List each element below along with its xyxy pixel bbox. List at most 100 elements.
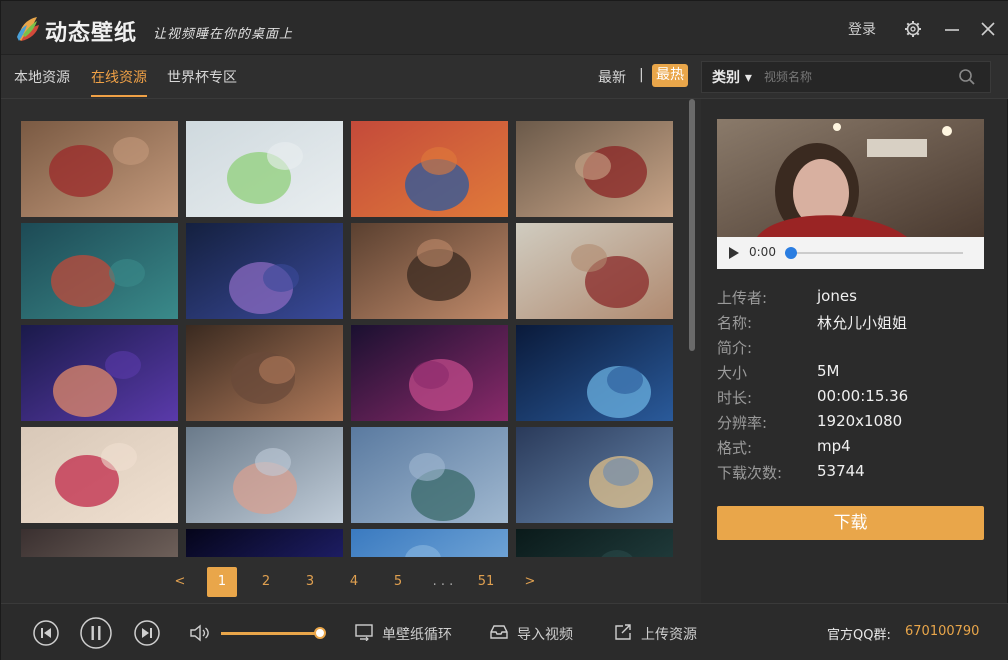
info-key: 上传者: (717, 289, 768, 307)
tab-online-resources[interactable]: 在线资源 (91, 67, 147, 87)
thumbnail-girl-red-dress-pose[interactable] (516, 223, 673, 319)
thumbnail-comet-night-blue[interactable] (186, 529, 343, 557)
bottom-bar: 单壁纸循环 导入视频 上传资源 官方QQ群: 670100790 (1, 603, 1008, 660)
grid-scrollbar[interactable] (689, 99, 695, 351)
thumbnail-image (21, 427, 178, 523)
active-tab-indicator (91, 95, 147, 97)
nav-bar: 本地资源 在线资源 世界杯专区 最新 | 最热 类别 ▾ (1, 55, 1008, 99)
page-button-3[interactable]: 3 (295, 567, 325, 597)
info-key: 时长: (717, 389, 753, 407)
detail-panel: 0:00 上传者: jones 名称: 林允儿小姐姐 简介: 大小 5M 时长: 00:00:1… (701, 99, 1007, 603)
thumbnail-girl-red-hoodie-room[interactable] (516, 121, 673, 217)
page-button-2[interactable]: 2 (251, 567, 281, 597)
info-key: 格式: (717, 439, 753, 457)
volume-slider[interactable] (221, 632, 325, 635)
download-button[interactable]: 下载 (717, 506, 984, 540)
qq-group-number[interactable]: 670100790 (905, 624, 979, 639)
tab-world-cup[interactable]: 世界杯专区 (167, 67, 237, 87)
next-track-icon[interactable] (134, 620, 160, 646)
close-icon[interactable] (978, 19, 998, 39)
video-preview[interactable]: 0:00 (717, 119, 984, 269)
thumbnail-image (516, 427, 673, 523)
thumbnail-ocean-wave-fantasy[interactable] (21, 223, 178, 319)
thumbnail-image (351, 121, 508, 217)
info-value: mp4 (817, 437, 851, 455)
thumbnail-anime-girl-hat-lanterns[interactable] (516, 427, 673, 523)
volume-icon[interactable] (189, 623, 211, 643)
thumbnail-mountain-lake-landscape[interactable] (351, 427, 508, 523)
video-progress-knob[interactable] (785, 247, 797, 259)
search-icon[interactable] (958, 68, 976, 86)
pause-icon[interactable] (80, 617, 112, 649)
info-value: jones (817, 287, 857, 305)
thumbnail-movie-scene-woman[interactable] (186, 325, 343, 421)
page-ellipsis: . . . (432, 574, 454, 589)
page-button-5[interactable]: 5 (383, 567, 413, 597)
info-value: 00:00:15.36 (817, 387, 909, 405)
info-row: 名称: 林允儿小姐姐 (717, 312, 987, 336)
thumbnail-image (351, 325, 508, 421)
thumbnail-image (351, 223, 508, 319)
thumbnail-pug-dog-closeup[interactable] (21, 427, 178, 523)
video-time: 0:00 (749, 245, 776, 259)
page-button-last[interactable]: 51 (471, 567, 501, 597)
minimize-icon[interactable] (942, 19, 962, 39)
thumbnail-anime-girl-dark[interactable] (21, 529, 178, 557)
thumbnail-girl-red-hoodie-selfie[interactable] (21, 121, 178, 217)
category-dropdown[interactable]: 类别 ▾ (712, 67, 752, 87)
import-label: 导入视频 (517, 627, 573, 643)
thumbnail-image (186, 427, 343, 523)
online-resource-panel: < 1 2 3 4 5 . . . 51 > (5, 99, 695, 603)
thumbnail-image (21, 529, 178, 557)
thumbnail-girl-hand-on-face[interactable] (351, 223, 508, 319)
thumbnail-image (516, 325, 673, 421)
page-button-1[interactable]: 1 (207, 567, 237, 597)
app-title: 动态壁纸 (45, 21, 138, 46)
info-key: 分辨率: (717, 414, 768, 432)
info-value: 1920x1080 (817, 412, 903, 430)
thumbnail-anime-girl-white-hair[interactable] (186, 427, 343, 523)
thumbnail-angry-birds-chicks-snow[interactable] (186, 121, 343, 217)
thumbnail-comet-sky-couple[interactable] (21, 325, 178, 421)
thumbnail-image (21, 325, 178, 421)
search-input[interactable] (764, 67, 944, 87)
thumbnail-image (21, 223, 178, 319)
info-value: 林允儿小姐姐 (817, 314, 908, 332)
sort-separator: | (639, 67, 644, 83)
thumbnail-image (516, 223, 673, 319)
thumbnail-blue-crystal-night[interactable] (516, 325, 673, 421)
pagination: < 1 2 3 4 5 . . . 51 > (165, 567, 585, 597)
thumbnail-grid (21, 121, 673, 557)
upload-label: 上传资源 (641, 627, 697, 643)
app-slogan: 让视频睡在你的桌面上 (153, 27, 294, 42)
app-window: 动态壁纸 让视频睡在你的桌面上 登录 本地资源 在线资源 世界杯专区 最新 | (0, 0, 1008, 660)
thumbnail-image (351, 427, 508, 523)
login-button[interactable]: 登录 (848, 19, 876, 39)
video-progress-track[interactable] (789, 252, 963, 254)
preview-image (717, 119, 984, 239)
search-box: 类别 ▾ (701, 61, 991, 93)
next-page-button[interactable]: > (515, 567, 545, 597)
sort-latest-button[interactable]: 最新 (598, 67, 626, 87)
thumbnail-girl-orange-shirt-triple[interactable] (351, 121, 508, 217)
gear-icon[interactable] (903, 19, 923, 39)
play-icon[interactable] (727, 246, 741, 260)
thumbnail-blue-sky-clouds[interactable] (351, 529, 508, 557)
info-key: 下载次数: (717, 464, 783, 482)
thumbnail-image (186, 121, 343, 217)
info-row: 上传者: jones (717, 287, 987, 311)
info-row: 分辨率: 1920x1080 (717, 412, 987, 436)
page-button-4[interactable]: 4 (339, 567, 369, 597)
prev-page-button[interactable]: < (165, 567, 195, 597)
upload-icon (615, 624, 631, 640)
previous-track-icon[interactable] (33, 620, 59, 646)
thumbnail-purple-tree-night[interactable] (351, 325, 508, 421)
thumbnail-starry-sky-silhouette[interactable] (186, 223, 343, 319)
info-key: 大小 (717, 364, 748, 382)
sort-hot-button[interactable]: 最热 (652, 64, 688, 87)
tab-local-resources[interactable]: 本地资源 (14, 67, 70, 87)
title-bar: 动态壁纸 让视频睡在你的桌面上 登录 (1, 1, 1008, 55)
thumbnail-starry-teal-sky[interactable] (516, 529, 673, 557)
volume-knob[interactable] (313, 627, 326, 639)
thumbnail-image (351, 529, 508, 557)
